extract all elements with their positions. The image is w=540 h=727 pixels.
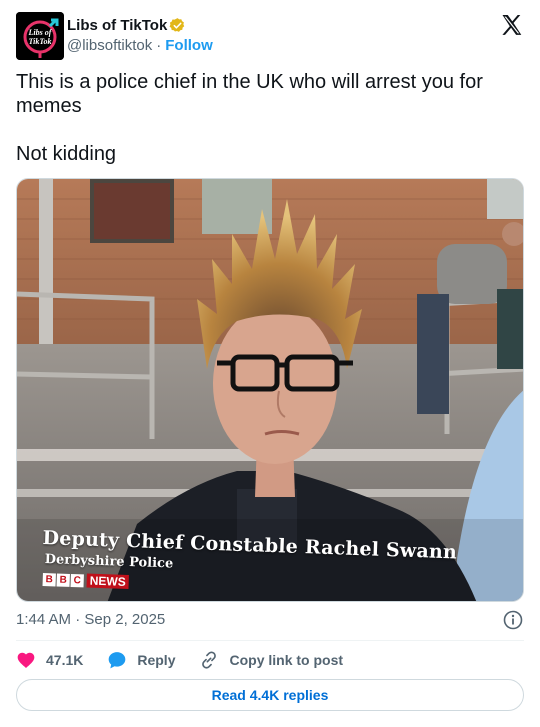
post-timestamp[interactable]: 1:44 AM · Sep 2, 2025 bbox=[16, 611, 165, 628]
reply-bubble-icon bbox=[109, 652, 126, 669]
reply-button[interactable]: Reply bbox=[107, 650, 175, 670]
like-count: 47.1K bbox=[46, 652, 84, 668]
separator-dot: · bbox=[156, 37, 162, 54]
bbc-news-logo: B B C NEWS bbox=[42, 572, 129, 589]
bbc-letter: C bbox=[70, 573, 84, 587]
link-icon bbox=[202, 651, 217, 669]
follow-button[interactable]: Follow bbox=[165, 37, 213, 54]
author-info: Libs of TikTok @libsoftiktok · Follow bbox=[67, 15, 213, 55]
copy-link-label: Copy link to post bbox=[229, 652, 344, 668]
author-handle[interactable]: @libsoftiktok bbox=[67, 37, 152, 54]
author-display-name[interactable]: Libs of TikTok bbox=[67, 17, 167, 34]
x-logo-icon[interactable] bbox=[500, 13, 524, 37]
bbc-letter: B bbox=[42, 572, 56, 586]
svg-text:TikTok: TikTok bbox=[29, 37, 52, 46]
author-avatar[interactable]: Libs of TikTok bbox=[16, 12, 64, 60]
heart-icon bbox=[17, 652, 35, 668]
read-replies-button[interactable]: Read 4.4K replies bbox=[16, 679, 524, 711]
post-text-line: Not kidding bbox=[16, 143, 117, 165]
info-icon[interactable] bbox=[503, 610, 523, 630]
post-media[interactable]: Deputy Chief Constable Rachel Swann Derb… bbox=[16, 178, 524, 602]
post-actions: 47.1K Reply Copy link to post bbox=[16, 648, 367, 672]
verified-badge-icon bbox=[169, 17, 186, 34]
like-button[interactable]: 47.1K bbox=[16, 650, 83, 670]
lower-third-caption: Deputy Chief Constable Rachel Swann Derb… bbox=[42, 527, 458, 571]
bbc-news-label: NEWS bbox=[86, 573, 129, 589]
copy-link-button[interactable]: Copy link to post bbox=[199, 650, 343, 670]
divider bbox=[16, 640, 524, 641]
post-text-line: This is a police chief in the UK who wil… bbox=[16, 71, 483, 117]
post-text: This is a police chief in the UK who wil… bbox=[16, 70, 516, 166]
reply-label: Reply bbox=[137, 652, 176, 668]
svg-text:Libs of: Libs of bbox=[28, 28, 53, 37]
post-header: Libs of TikTok Libs of TikTok @libsoftik… bbox=[16, 12, 524, 60]
bbc-letter: B bbox=[56, 572, 70, 587]
embedded-post: Libs of TikTok Libs of TikTok @libsoftik… bbox=[0, 0, 540, 727]
